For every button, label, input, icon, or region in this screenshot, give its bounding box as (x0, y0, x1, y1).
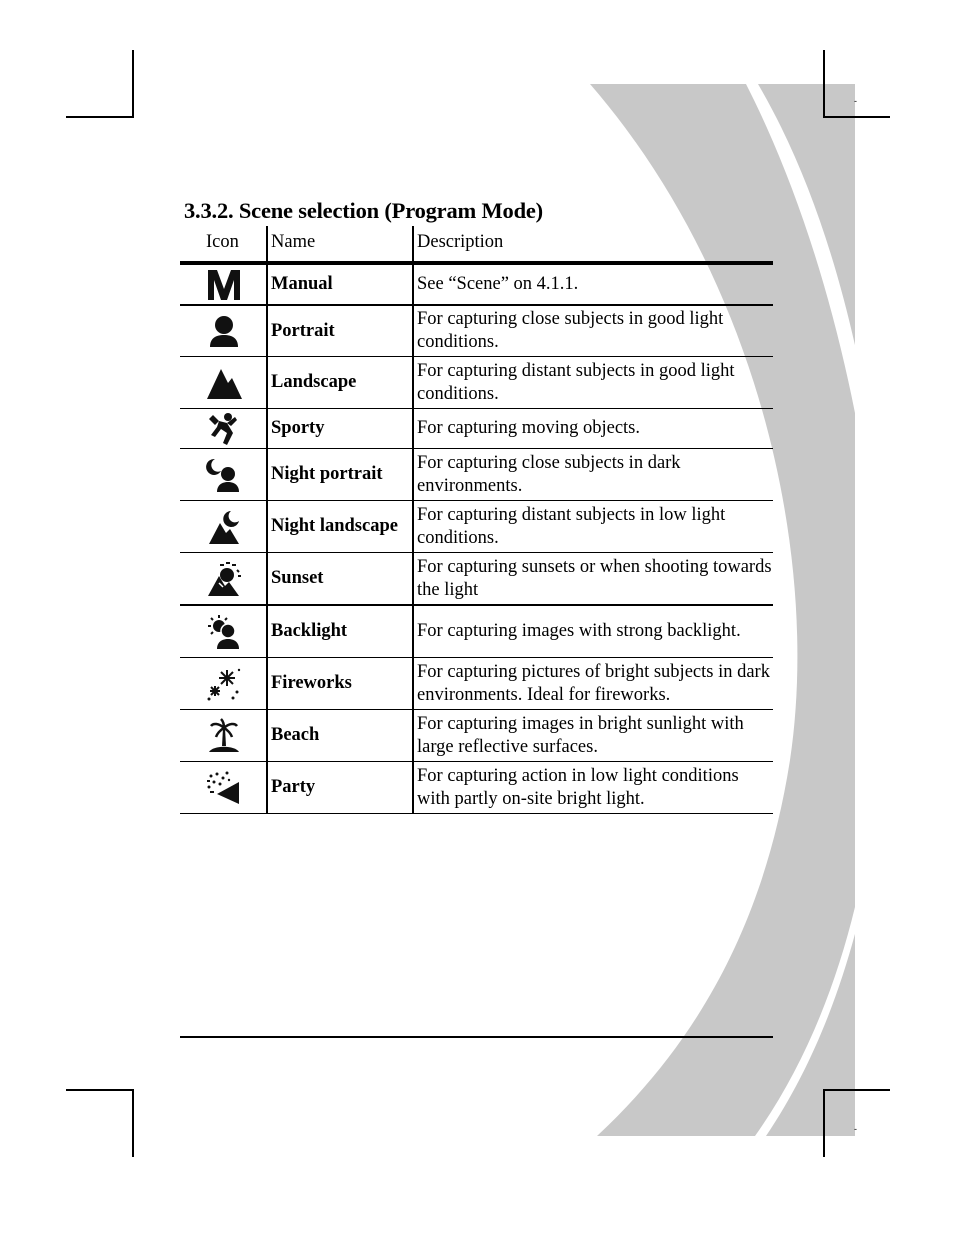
table-row: Portrait For capturing close subjects in… (180, 306, 773, 357)
night-landscape-icon (180, 501, 267, 552)
scene-name: Backlight (271, 621, 348, 641)
scene-description: See “Scene” on 4.1.1. (417, 274, 579, 294)
table-header: Icon Name Description (180, 226, 773, 265)
scene-name: Party (271, 777, 316, 797)
scene-table: Icon Name Description Manual See “Scene”… (180, 226, 773, 814)
beach-palm-icon (180, 710, 267, 761)
scene-description: For capturing close subjects in good lig… (417, 309, 724, 352)
scene-name: Sporty (271, 418, 325, 438)
scene-name: Manual (271, 274, 333, 294)
scene-description: For capturing distant subjects in good l… (417, 360, 735, 404)
scene-name: Night landscape (271, 516, 398, 536)
section-title: 3.3.2. Scene selection (Program Mode) (184, 198, 543, 223)
crop-mark-top-left-h (66, 116, 134, 118)
header-icon: Icon (206, 232, 239, 252)
crop-mark-bottom-right-v (823, 1089, 825, 1157)
party-icon (180, 762, 267, 813)
scene-description: For capturing distant subjects in low li… (417, 504, 726, 548)
landscape-mountain-icon (180, 357, 267, 408)
table-row: Night landscape For capturing distant su… (180, 501, 773, 553)
scene-description: For capturing pictures of bright subject… (417, 661, 770, 705)
sunset-icon (180, 553, 267, 604)
bottom-right-tick: - (854, 1124, 857, 1134)
manual-m-icon (180, 265, 267, 304)
backlight-icon (180, 606, 267, 657)
scene-description: For capturing action in low light condit… (417, 765, 739, 809)
footer-rule (180, 1036, 773, 1038)
table-row: Night portrait For capturing close subje… (180, 449, 773, 501)
scene-description: For capturing close subjects in dark env… (417, 452, 681, 496)
scene-name: Portrait (271, 320, 335, 341)
top-right-tick: - (854, 96, 857, 106)
scene-name: Sunset (271, 568, 324, 588)
table-row: Landscape For capturing distant subjects… (180, 357, 773, 409)
crop-mark-top-right-h (823, 116, 890, 118)
crop-mark-top-right-v (823, 50, 825, 118)
scene-description: For capturing sunsets or when shooting t… (417, 556, 772, 600)
table-row: Sunset For capturing sunsets or when sho… (180, 553, 773, 606)
fireworks-icon (180, 658, 267, 709)
crop-mark-bottom-left-h (66, 1089, 134, 1091)
crop-mark-top-left-v (132, 50, 134, 118)
scene-description: For capturing moving objects. (417, 418, 640, 438)
table-row: Beach For capturing images in bright sun… (180, 710, 773, 762)
scene-name: Night portrait (271, 464, 383, 484)
night-portrait-icon (180, 449, 267, 500)
header-description: Description (417, 232, 504, 252)
table-row: Sporty For capturing moving objects. (180, 409, 773, 449)
table-row: Party For capturing action in low light … (180, 762, 773, 814)
sporty-runner-icon (180, 409, 267, 448)
crop-mark-bottom-right-h (823, 1089, 890, 1091)
scene-description: For capturing images with strong backlig… (417, 621, 741, 641)
scene-name: Beach (271, 725, 320, 745)
scene-description: For capturing images in bright sunlight … (417, 713, 744, 757)
table-row: Backlight For capturing images with stro… (180, 606, 773, 658)
crop-mark-bottom-left-v (132, 1089, 134, 1157)
portrait-icon (180, 306, 267, 356)
header-name: Name (271, 232, 316, 252)
scene-name: Landscape (271, 372, 357, 392)
table-row: Manual See “Scene” on 4.1.1. (180, 265, 773, 306)
table-row: Fireworks For capturing pictures of brig… (180, 658, 773, 710)
scene-name: Fireworks (271, 673, 352, 693)
